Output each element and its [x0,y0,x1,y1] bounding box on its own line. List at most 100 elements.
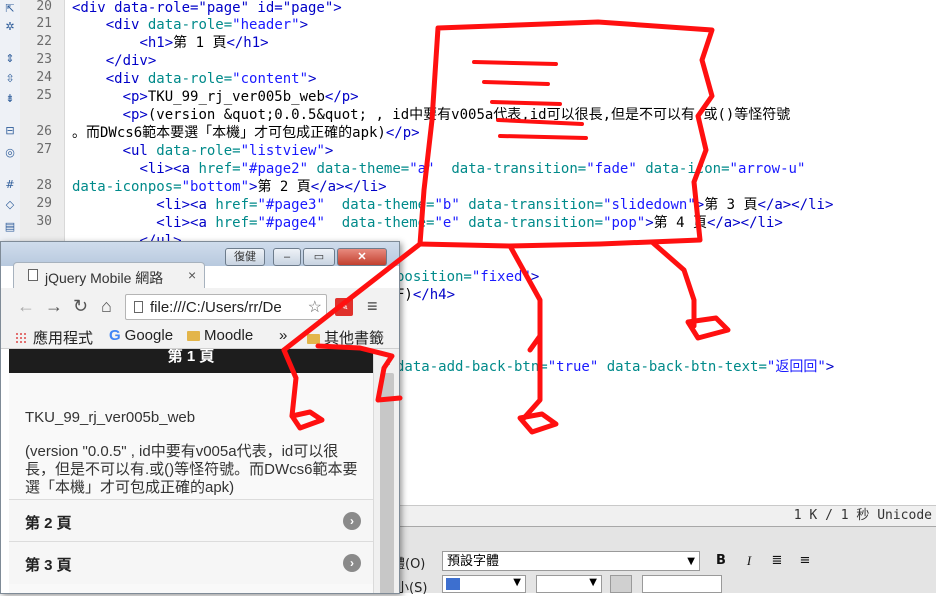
highlight-icon[interactable]: ◎ [2,146,18,160]
page-paragraph-title: TKU_99_rj_ver005b_web [25,409,196,426]
size-select[interactable]: ▼ [442,575,526,593]
code-line[interactable]: <li><a href="#page4" data-theme="e" data… [72,214,783,232]
code-line[interactable]: data-add-back-btn="true" data-back-btn-t… [396,358,834,376]
code-token: <div [105,17,148,33]
chevron-down-icon: ▼ [589,577,597,588]
code-token: > [530,269,540,285]
code-line[interactable]: 。而DWcs6範本要選「本機」才可包成正確的apk)</p> [72,124,420,142]
code-token: data-iconpos= [72,179,182,195]
list-item-page3[interactable]: 第 3 頁 › [9,541,373,584]
align-center-icon[interactable]: ≡ [796,551,814,571]
italic-button[interactable]: I [740,551,758,571]
close-window-button[interactable]: ✕ [337,248,387,266]
code-token: (version &quot;0.0.5&quot; , id中要有v005a代… [147,107,791,123]
code-line[interactable]: position="fixed"> [396,268,539,286]
settings-icon[interactable]: ✲ [2,20,18,34]
code-token: data-role= [156,143,241,159]
extension-icon[interactable]: ✎ [335,298,353,316]
code-line[interactable]: <p>(version &quot;0.0.5&quot; , id中要有v00… [72,106,791,124]
back-arrow-icon[interactable]: ← [17,296,35,316]
address-bar[interactable]: file:///C:/Users/rr/De ☆ [125,294,327,320]
browser-tab[interactable]: jQuery Mobile 網路 × [13,262,205,289]
unit-select[interactable]: ▼ [536,575,602,593]
select-tag-icon[interactable]: ⇱ [2,2,18,16]
bold-button[interactable]: B [712,551,730,571]
align-left-icon[interactable]: ≣ [768,551,786,571]
expand-icon[interactable]: ⇳ [2,72,18,86]
code-line[interactable]: <p>TKU_99_rj_ver005b_web</p> [72,88,359,106]
color-swatch-icon [446,578,460,590]
line-number: 20 [36,0,52,14]
restore-label[interactable]: 復健 [225,248,265,266]
bookmark-google[interactable]: G Google [109,327,173,344]
code-token: href= [215,215,258,231]
forward-arrow-icon[interactable]: → [45,296,63,316]
maximize-button[interactable]: ▭ [303,248,335,266]
minimize-button[interactable]: – [273,248,301,266]
bookmark-overflow[interactable]: » [279,327,287,344]
scrollbar-thumb[interactable] [380,373,394,593]
code-line[interactable]: <div data-role="header"> [72,16,308,34]
code-token: <h1> [139,35,174,51]
code-token: > [825,359,835,375]
code-token: "fade" [586,161,646,177]
code-token: <li><a [156,215,216,231]
code-line[interactable]: F)</h4> [396,286,455,304]
bookmark-other[interactable]: 其他書籤 [307,327,384,348]
code-line[interactable]: <li><a href="#page3" data-theme="b" data… [72,196,833,214]
code-token: data-theme= [316,161,410,177]
code-token: <div data-role="page" id="page"> [72,0,342,16]
page-scrollbar[interactable]: ▲ [373,349,399,593]
code-token: </h1> [226,35,269,51]
code-token: <p> [122,89,148,105]
reload-icon[interactable]: ↻ [73,296,88,316]
tab-close-icon[interactable]: × [188,267,196,283]
code-token: <div [105,71,148,87]
list-item-page2[interactable]: 第 2 頁 › [9,499,373,542]
code-line[interactable]: <div data-role="content"> [72,70,317,88]
code-line[interactable]: data-iconpos="bottom">第 2 頁</a></li> [72,178,387,196]
color-input[interactable] [642,575,722,593]
font-select[interactable]: 預設字體 ▼ [442,551,700,571]
google-icon: G [109,327,121,344]
size-label: 小(S) [396,581,428,596]
wrap-tag-icon[interactable]: ▤ [2,220,18,234]
code-line[interactable]: <div data-role="page" id="page"> [72,0,342,17]
comment-icon[interactable]: # [2,178,18,192]
code-line[interactable]: </div> [72,52,157,70]
line-number: 30 [36,214,52,229]
uncomment-icon[interactable]: ◇ [2,198,18,212]
code-token: </a></li> [706,215,783,231]
home-icon[interactable]: ⌂ [101,296,112,316]
code-token: data-transition= [468,215,604,231]
code-token: data-theme= [341,215,435,231]
code-token: data-icon= [645,161,730,177]
collapse-selection-icon[interactable]: ⇟ [2,92,18,106]
code-token: > [324,143,334,159]
menu-icon[interactable]: ≡ [367,296,378,317]
code-line[interactable]: <li><a href="#page2" data-theme="a" data… [72,160,805,178]
code-token: data-transition= [468,197,604,213]
bookmark-apps[interactable]: 應用程式 [15,327,93,348]
code-token: </h4> [412,287,456,303]
bookmark-moodle[interactable]: Moodle [187,327,253,344]
code-token: href= [215,197,258,213]
color-picker[interactable] [610,575,632,593]
browser-window[interactable]: 復健 – ▭ ✕ jQuery Mobile 網路 × ← → ↻ ⌂ file… [0,241,400,594]
tab-title: jQuery Mobile 網路 [45,270,164,286]
collapse-icon[interactable]: ⇕ [2,52,18,66]
code-line[interactable]: <ul data-role="listview"> [72,142,334,160]
code-token: 第 1 頁 [173,35,227,51]
code-line[interactable]: <h1>第 1 頁</h1> [72,34,269,52]
folder-icon [187,331,200,341]
line-numbers-icon[interactable]: ⊟ [2,124,18,138]
code-token: data-role= [147,71,233,87]
bookmark-star-icon[interactable]: ☆ [308,297,322,317]
chevron-down-icon: ▼ [513,577,521,588]
scroll-up-icon[interactable]: ▲ [382,357,392,368]
